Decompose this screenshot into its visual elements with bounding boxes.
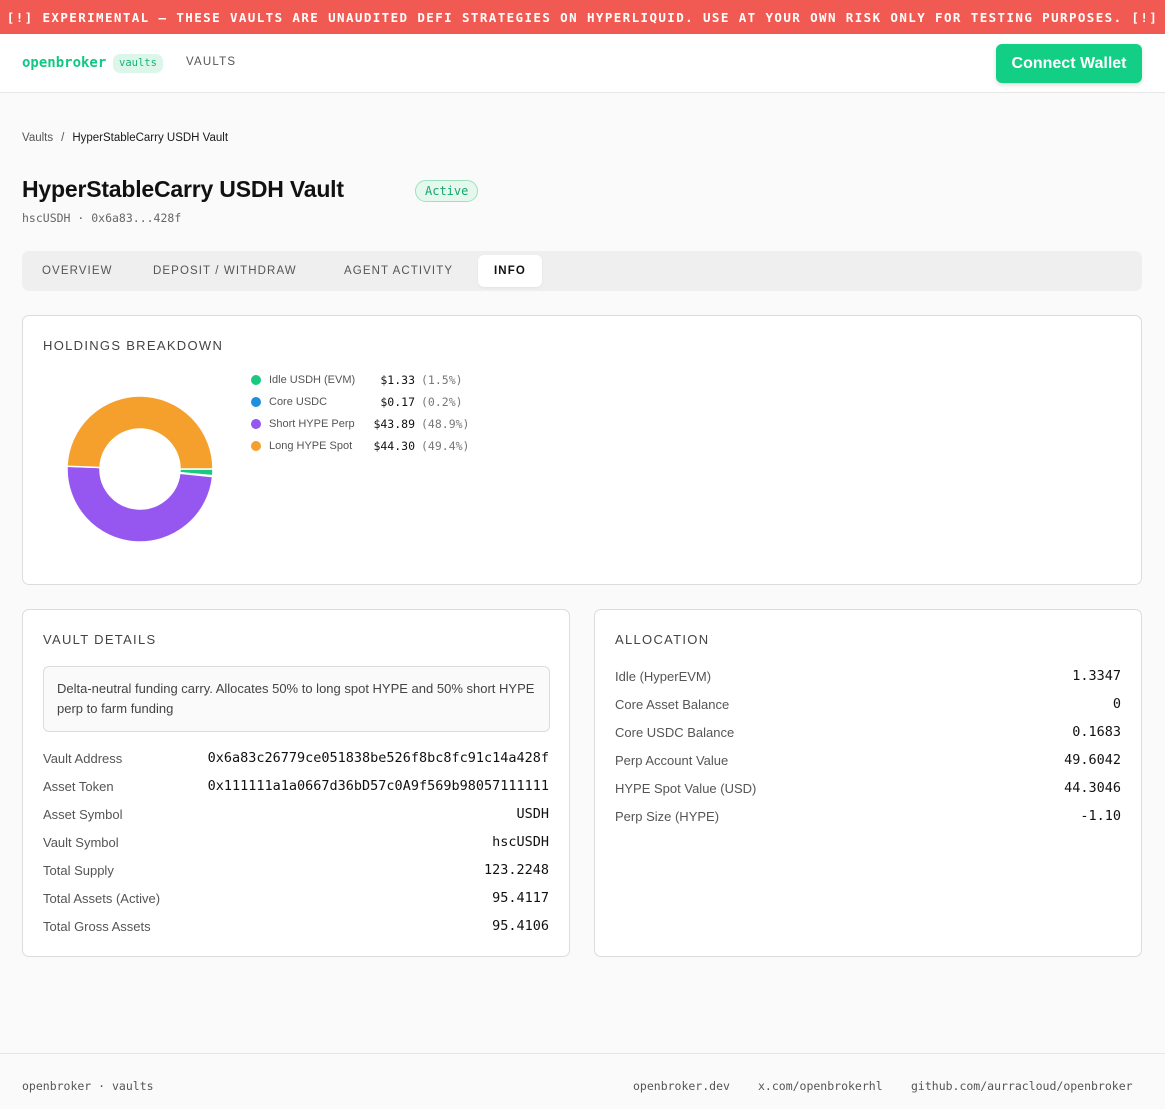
footer-link-x[interactable]: x.com/openbrokerhl [758, 1079, 883, 1093]
legend-item: Short HYPE Perp $43.89 (48.9%) [251, 417, 469, 431]
legend-dot [251, 441, 261, 451]
breadcrumb-vaults-link[interactable]: Vaults [22, 132, 53, 144]
detail-row: Asset Symbol USDH [43, 804, 549, 824]
tab-info[interactable]: INFO [478, 255, 542, 287]
detail-row: Total Assets (Active) 95.4117 [43, 888, 549, 908]
tab-agent-activity[interactable]: AGENT ACTIVITY [344, 255, 453, 287]
holdings-donut-chart [66, 395, 214, 543]
detail-value: hscUSDH [492, 834, 549, 850]
footer-link-website[interactable]: openbroker.dev [633, 1079, 730, 1093]
detail-value: 0x111111a1a0667d36bD57c0A9f569b980571111… [207, 778, 549, 794]
detail-label: Vault Address [43, 750, 123, 766]
detail-label: Asset Symbol [43, 806, 123, 822]
footer-brand: openbroker · vaults [22, 1079, 154, 1093]
detail-value: 95.4106 [492, 918, 549, 934]
legend-value: $1.33 [380, 373, 415, 387]
allocation-label: Core USDC Balance [615, 724, 735, 740]
allocation-label: Core Asset Balance [615, 696, 730, 712]
legend-label: Long HYPE Spot [269, 440, 353, 452]
legend-pct: (48.9%) [421, 417, 470, 431]
tab-bar: OVERVIEW DEPOSIT / WITHDRAW AGENT ACTIVI… [22, 251, 1142, 291]
legend-pct: (1.5%) [421, 373, 463, 387]
breadcrumb-separator: / [61, 132, 65, 144]
allocation-row: Core USDC Balance 0.1683 [615, 722, 1121, 742]
legend-item: Core USDC $0.17 (0.2%) [251, 395, 463, 409]
breadcrumb: Vaults / HyperStableCarry USDH Vault [22, 132, 228, 144]
allocation-row: Idle (HyperEVM) 1.3347 [615, 666, 1121, 686]
legend-dot [251, 375, 261, 385]
legend-value: $44.30 [373, 439, 415, 453]
tab-overview[interactable]: OVERVIEW [42, 255, 113, 287]
legend-value: $0.17 [380, 395, 415, 409]
vault-subtitle: hscUSDH · 0x6a83...428f [22, 211, 182, 225]
detail-label: Vault Symbol [43, 834, 119, 850]
legend-pct: (0.2%) [421, 395, 463, 409]
allocation-label: HYPE Spot Value (USD) [615, 780, 757, 796]
detail-value: 123.2248 [483, 862, 549, 878]
detail-row: Vault Address 0x6a83c26779ce051838be526f… [43, 748, 549, 768]
nav-link-vaults[interactable]: VAULTS [186, 56, 236, 68]
detail-row: Asset Token 0x111111a1a0667d36bD57c0A9f5… [43, 776, 549, 796]
footer-link-github[interactable]: github.com/aurracloud/openbroker [911, 1079, 1133, 1093]
connect-wallet-button[interactable]: Connect Wallet [996, 44, 1142, 83]
legend-item: Long HYPE Spot $44.30 (49.4%) [251, 439, 469, 453]
allocation-label: Perp Size (HYPE) [615, 808, 720, 824]
detail-value: 0x6a83c26779ce051838be526f8bc8fc91c14a42… [207, 750, 549, 766]
vault-details-card: VAULT DETAILS Delta-neutral funding carr… [22, 609, 570, 957]
allocation-title: ALLOCATION [615, 632, 710, 647]
detail-value: USDH [516, 806, 549, 822]
allocation-value: 49.6042 [1064, 752, 1121, 768]
allocation-row: Core Asset Balance 0 [615, 694, 1121, 714]
legend-pct: (49.4%) [421, 439, 470, 453]
allocation-row: HYPE Spot Value (USD) 44.3046 [615, 778, 1121, 798]
detail-label: Asset Token [43, 778, 114, 794]
legend-dot [251, 419, 261, 429]
vault-details-title: VAULT DETAILS [43, 632, 157, 647]
allocation-value: -1.10 [1080, 808, 1121, 824]
detail-row: Total Supply 123.2248 [43, 860, 549, 880]
detail-row: Total Gross Assets 95.4106 [43, 916, 549, 936]
detail-label: Total Assets (Active) [43, 890, 161, 906]
allocation-row: Perp Size (HYPE) -1.10 [615, 806, 1121, 826]
detail-value: 95.4117 [492, 890, 549, 906]
vault-description: Delta-neutral funding carry. Allocates 5… [43, 666, 550, 732]
donut-slice-short-hype-perp [66, 465, 214, 543]
brand-logo[interactable]: openbroker [22, 55, 106, 71]
tab-deposit-withdraw[interactable]: DEPOSIT / WITHDRAW [153, 255, 297, 287]
allocation-value: 44.3046 [1064, 780, 1121, 796]
legend-label: Short HYPE Perp [269, 418, 355, 430]
allocation-value: 1.3347 [1072, 668, 1121, 684]
status-badge: Active [415, 180, 479, 202]
breadcrumb-current: HyperStableCarry USDH Vault [72, 132, 229, 144]
warning-banner: [!] EXPERIMENTAL — THESE VAULTS ARE UNAU… [0, 0, 1165, 34]
page-title: HyperStableCarry USDH Vault [22, 176, 344, 202]
allocation-row: Perp Account Value 49.6042 [615, 750, 1121, 770]
detail-row: Vault Symbol hscUSDH [43, 832, 549, 852]
allocation-label: Perp Account Value [615, 752, 729, 768]
allocation-value: 0.1683 [1072, 724, 1121, 740]
legend-label: Idle USDH (EVM) [269, 374, 356, 386]
legend-item: Idle USDH (EVM) $1.33 (1.5%) [251, 373, 463, 387]
footer: openbroker · vaults openbroker.dev x.com… [0, 1053, 1165, 1109]
donut-slice-long-hype-spot [66, 395, 214, 470]
allocation-value: 0 [1112, 696, 1121, 712]
legend-value: $43.89 [373, 417, 415, 431]
top-nav: openbroker vaults VAULTS Connect Wallet [0, 34, 1165, 93]
legend-dot [251, 397, 261, 407]
holdings-card: HOLDINGS BREAKDOWN Idle USDH (EVM) $1.33… [22, 315, 1142, 585]
holdings-title: HOLDINGS BREAKDOWN [43, 338, 224, 353]
allocation-label: Idle (HyperEVM) [615, 668, 712, 684]
legend-label: Core USDC [269, 396, 328, 408]
detail-label: Total Gross Assets [43, 918, 151, 934]
brand-pill: vaults [113, 54, 163, 73]
allocation-card: ALLOCATION Idle (HyperEVM) 1.3347 Core A… [594, 609, 1142, 957]
detail-label: Total Supply [43, 862, 114, 878]
